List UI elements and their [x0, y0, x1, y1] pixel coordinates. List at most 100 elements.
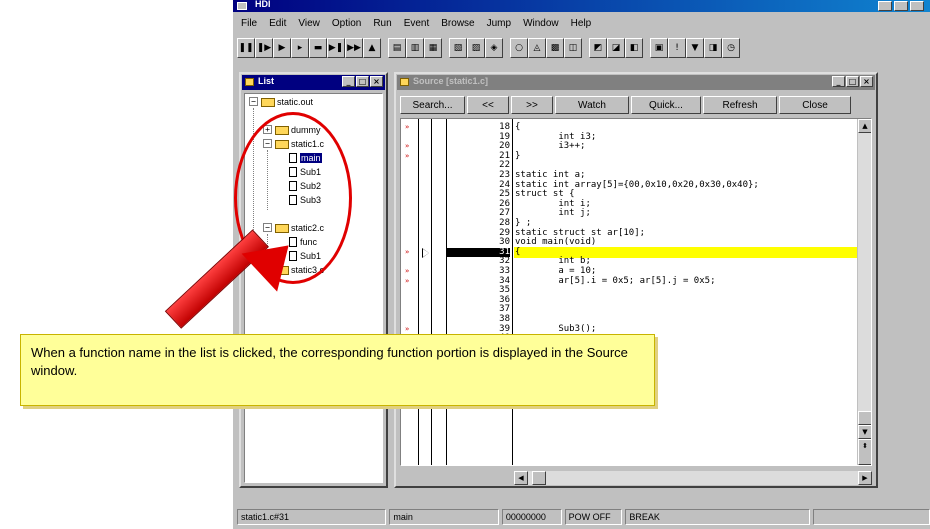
breakpoint-marker-icon[interactable]: »: [405, 123, 409, 132]
alert-icon[interactable]: !: [668, 38, 686, 58]
maximize-icon[interactable]: [894, 1, 908, 11]
trace-icon[interactable]: ◬: [528, 38, 546, 58]
step-out-icon[interactable]: ▶▶: [345, 38, 363, 58]
line-number: 33: [499, 266, 510, 276]
source-line[interactable]: » 33 a = 10;: [401, 267, 859, 276]
quick-button[interactable]: Quick...: [631, 96, 701, 114]
function-icon[interactable]: ◧: [625, 38, 643, 58]
source-line[interactable]: » 31{: [401, 246, 859, 258]
go-reset-icon[interactable]: ❚▶: [255, 38, 273, 58]
coverage-icon[interactable]: ◫: [564, 38, 582, 58]
run-toolbar-group: ❚❚ ❚▶ ▶ ▸ ▬ ▶❚ ▶▶ ▲: [237, 38, 381, 58]
scroll-thumb[interactable]: [858, 411, 871, 425]
refresh-button[interactable]: Refresh: [703, 96, 777, 114]
menu-view[interactable]: View: [292, 18, 326, 29]
view-toolbar-group: ▤ ▥ ▦: [388, 38, 442, 58]
watch-button[interactable]: Watch: [555, 96, 629, 114]
menu-window[interactable]: Window: [517, 18, 565, 29]
scroll-up-icon[interactable]: ▲: [858, 119, 871, 133]
maximize-icon[interactable]: □: [846, 76, 859, 87]
step-icon[interactable]: ▬: [309, 38, 327, 58]
list-titlebar: List _ □ ×: [242, 75, 385, 90]
prev-button[interactable]: <<: [467, 96, 509, 114]
close-button[interactable]: Close: [779, 96, 851, 114]
io-icon[interactable]: ▨: [467, 38, 485, 58]
step-over-icon[interactable]: ▶❚: [327, 38, 345, 58]
close-icon[interactable]: ×: [370, 76, 383, 87]
search-button[interactable]: Search...: [400, 96, 465, 114]
calculator-icon[interactable]: ▣: [650, 38, 668, 58]
breakpoint-marker-icon[interactable]: »: [405, 152, 409, 161]
timer-icon[interactable]: ◷: [722, 38, 740, 58]
source-line[interactable]: 19 int i3;: [401, 132, 859, 142]
register-icon[interactable]: ▧: [449, 38, 467, 58]
stop-icon[interactable]: ▲: [363, 38, 381, 58]
filter-icon[interactable]: ▼: [686, 38, 704, 58]
source-line[interactable]: 36: [401, 295, 859, 305]
source-line[interactable]: » 18 {: [401, 123, 859, 132]
menu-file[interactable]: File: [235, 18, 263, 29]
breakpoint-marker-icon[interactable]: »: [405, 248, 409, 257]
breakpoint-marker-icon[interactable]: »: [405, 267, 409, 276]
source-line[interactable]: » 39 Sub3();: [401, 324, 859, 334]
source-line[interactable]: » 20 i3++;: [401, 142, 859, 151]
event-icon[interactable]: ◪: [607, 38, 625, 58]
scroll-left-icon[interactable]: ◀: [514, 471, 528, 485]
close-icon[interactable]: [910, 1, 924, 11]
menu-option[interactable]: Option: [326, 18, 367, 29]
source-line[interactable]: 22: [401, 161, 859, 170]
breakpoint-marker-icon[interactable]: »: [405, 277, 409, 286]
minimize-icon[interactable]: _: [342, 76, 355, 87]
close-icon[interactable]: ×: [860, 76, 873, 87]
source-line[interactable]: 26 int i;: [401, 199, 859, 209]
tree-item-static-out[interactable]: static.out: [261, 95, 313, 109]
next-button[interactable]: >>: [511, 96, 553, 114]
source-line[interactable]: 28} ;: [401, 219, 859, 228]
memory-icon[interactable]: ▦: [424, 38, 442, 58]
source-line[interactable]: 38: [401, 315, 859, 324]
collapse-icon[interactable]: −: [249, 97, 258, 106]
menu-help[interactable]: Help: [565, 18, 598, 29]
source-line[interactable]: 27 int j;: [401, 209, 859, 218]
maximize-icon[interactable]: □: [356, 76, 369, 87]
source-line[interactable]: 24 static int array[5]={00,0x10,0x20,0x30…: [401, 180, 859, 190]
breakpoint-marker-icon[interactable]: »: [405, 142, 409, 151]
watch-icon[interactable]: ◈: [485, 38, 503, 58]
source-code-text: ar[5].i = 0x5; ar[5].j = 0x5;: [515, 275, 716, 286]
source-line[interactable]: 29 static struct st ar[10];: [401, 228, 859, 238]
source-line[interactable]: 32 int b;: [401, 257, 859, 266]
source-line[interactable]: » 21}: [401, 150, 859, 161]
source-line[interactable]: 25 struct st {: [401, 190, 859, 199]
source-line[interactable]: 37: [401, 305, 859, 314]
scroll-split-icon[interactable]: ⬍: [858, 439, 871, 465]
go-icon[interactable]: ▶: [273, 38, 291, 58]
horizontal-scrollbar[interactable]: ◀ ▶: [514, 471, 872, 485]
source-view-icon[interactable]: ▤: [388, 38, 406, 58]
minimize-icon[interactable]: [878, 1, 892, 11]
source-code-text: }: [515, 150, 521, 161]
menu-event[interactable]: Event: [398, 18, 436, 29]
pause-icon[interactable]: ❚❚: [237, 38, 255, 58]
disassembly-icon[interactable]: ▥: [406, 38, 424, 58]
chart-icon[interactable]: ▩: [546, 38, 564, 58]
source-line[interactable]: 35: [401, 286, 859, 295]
tool-icon[interactable]: ◩: [589, 38, 607, 58]
menu-run[interactable]: Run: [367, 18, 397, 29]
scroll-hthumb[interactable]: [532, 471, 546, 485]
scroll-down-icon[interactable]: ▼: [858, 425, 871, 439]
source-code-area[interactable]: » 18{19 int i3;» 20 i3++;» 21} 22 23 static in…: [400, 118, 872, 466]
menu-jump[interactable]: Jump: [481, 18, 517, 29]
scroll-right-icon[interactable]: ▶: [858, 471, 872, 485]
source-line[interactable]: 23 static int a;: [401, 171, 859, 180]
vertical-scrollbar[interactable]: ▲ ▼ ⬍: [857, 119, 871, 465]
breakpoint-icon[interactable]: ◨: [704, 38, 722, 58]
line-number: 28: [499, 218, 510, 228]
source-window: Source [static1.c] _ □ × Search... << >>…: [394, 72, 878, 488]
breakpoint-marker-icon[interactable]: »: [405, 325, 409, 334]
search-icon[interactable]: ○: [510, 38, 528, 58]
step-in-icon[interactable]: ▸: [291, 38, 309, 58]
source-line[interactable]: » 34 ar[5].i = 0x5; ar[5].j = 0x5;: [401, 275, 859, 286]
minimize-icon[interactable]: _: [832, 76, 845, 87]
menu-edit[interactable]: Edit: [263, 18, 292, 29]
menu-browse[interactable]: Browse: [435, 18, 480, 29]
